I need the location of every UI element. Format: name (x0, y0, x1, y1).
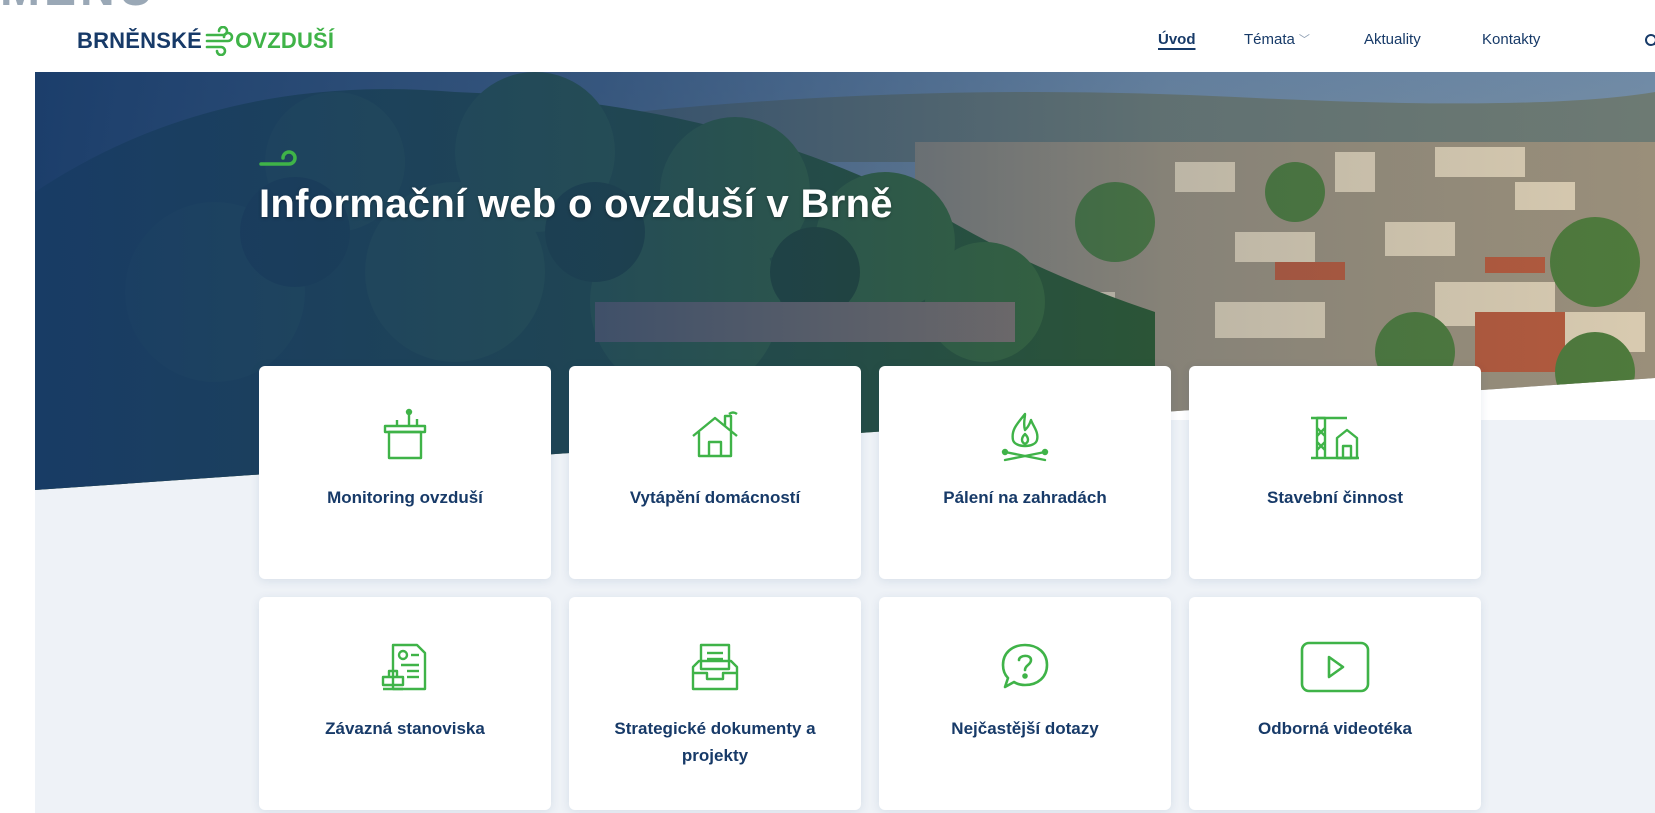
nav-item-kontakty[interactable]: Kontakty (1482, 31, 1540, 48)
chevron-down-icon: ﹀ (1298, 34, 1310, 46)
site-logo[interactable]: BRNĚNSKÉ OVZDUŠÍ (77, 24, 334, 58)
wind-accent-icon (259, 150, 297, 166)
logo-part-1: BRNĚNSKÉ (77, 28, 203, 53)
campfire-icon (997, 406, 1053, 466)
card-monitoring[interactable]: Monitoring ovzduší (259, 366, 551, 579)
card-zavazna[interactable]: Závazná stanoviska (259, 597, 551, 810)
card-label: Stavební činnost (1266, 488, 1404, 507)
wind-logo-icon (205, 26, 234, 56)
monitoring-station-icon (381, 406, 429, 466)
card-stavebni[interactable]: Stavební činnost (1189, 366, 1481, 579)
card-label: Monitoring ovzduší (327, 488, 483, 507)
card-dotazy[interactable]: Nejčastější dotazy (879, 597, 1171, 810)
logo-part-2: OVZDUŠÍ (235, 28, 335, 53)
card-vytapeni[interactable]: Vytápění domácností (569, 366, 861, 579)
document-tray-icon (687, 637, 743, 697)
video-play-icon (1299, 637, 1371, 697)
nav-item-temata[interactable]: Témata ﹀ (1244, 31, 1310, 48)
question-bubble-icon (997, 637, 1053, 697)
card-label: Strategické dokumenty a projekty (614, 719, 816, 765)
document-stamp-icon (379, 637, 431, 697)
card-label: Vytápění domácností (629, 488, 801, 507)
card-label: Závazná stanoviska (325, 719, 485, 738)
card-videoteka[interactable]: Odborná videotéka (1189, 597, 1481, 810)
card-paleni[interactable]: Pálení na zahradách (879, 366, 1171, 579)
search-icon[interactable] (1644, 33, 1655, 49)
construction-crane-icon (1307, 406, 1363, 466)
card-label: Nejčastější dotazy (951, 719, 1099, 738)
card-strategicke[interactable]: Strategické dokumenty a projekty (569, 597, 861, 810)
house-chimney-icon (687, 406, 743, 466)
header-bar: MENU BRNĚNSKÉ OVZDUŠÍ Úvod Témata﹀ Aktua… (0, 0, 1655, 72)
corner-fragment: MENU (0, 0, 160, 14)
nav-item-uvod[interactable]: Úvod (1158, 31, 1196, 48)
page-title: Informační web o ovzduší v Brně (259, 182, 893, 226)
nav-item-aktuality[interactable]: Aktuality (1364, 31, 1421, 48)
card-label: Odborná videotéka (1258, 719, 1412, 738)
card-label: Pálení na zahradách (943, 488, 1107, 507)
